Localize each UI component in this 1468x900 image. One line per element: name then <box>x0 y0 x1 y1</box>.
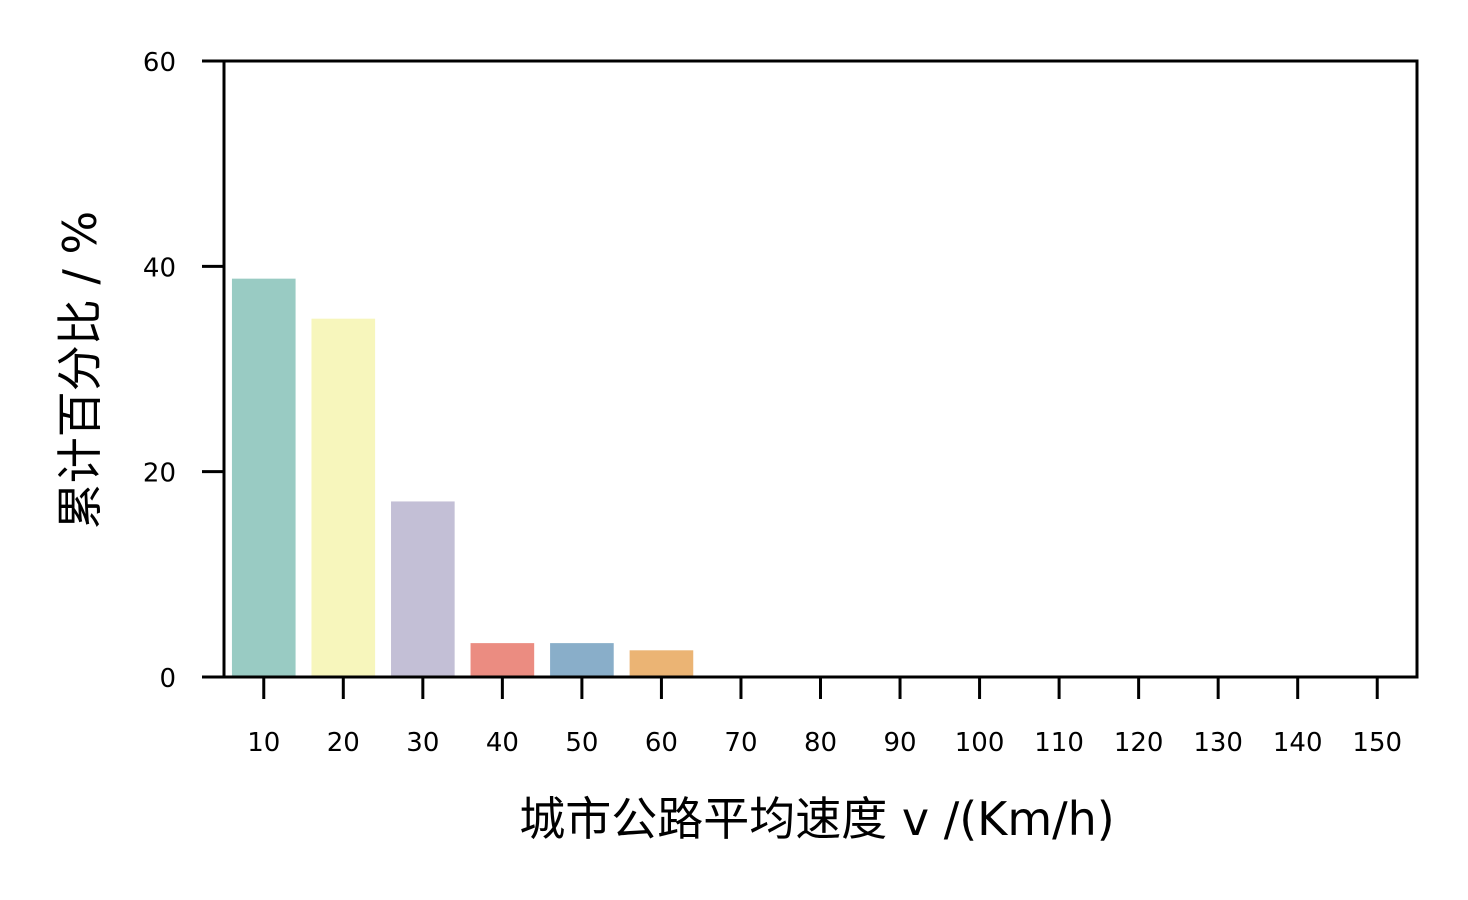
x-tick-label: 50 <box>565 728 598 758</box>
y-tick-label: 0 <box>159 664 176 694</box>
bar-50 <box>550 643 614 677</box>
x-tick-label: 10 <box>247 728 280 758</box>
bar-10 <box>231 278 296 677</box>
x-tick-label: 120 <box>1114 728 1164 758</box>
chart: 0 20 40 60 10 20 30 40 50 60 70 80 90 100 110 120 130 14… <box>0 0 1468 896</box>
bar-20 <box>311 318 376 677</box>
x-tick-label: 30 <box>406 728 439 758</box>
x-tick-label: 80 <box>804 728 837 758</box>
x-tick-label: 100 <box>955 728 1005 758</box>
x-tick-label: 90 <box>883 728 916 758</box>
bars-layer <box>231 278 694 677</box>
x-tick-label: 110 <box>1034 728 1084 758</box>
y-axis: 0 20 40 60 <box>143 48 224 694</box>
x-tick-label: 150 <box>1352 728 1402 758</box>
x-tick-label: 140 <box>1273 728 1323 758</box>
x-axis-label: 城市公路平均速度 v /(Km/h) <box>519 792 1114 846</box>
y-axis-label: 累计百分比 / % <box>53 211 107 529</box>
x-tick-label: 40 <box>486 728 519 758</box>
y-tick-label: 60 <box>143 48 176 78</box>
y-tick-label: 20 <box>143 459 176 489</box>
x-tick-label: 60 <box>645 728 678 758</box>
x-axis: 10 20 30 40 50 60 70 80 90 100 110 120 130 140 150 <box>247 677 1402 758</box>
x-tick-label: 20 <box>327 728 360 758</box>
y-tick-label: 40 <box>143 253 176 283</box>
bar-chart: 0 20 40 60 10 20 30 40 50 60 70 80 90 100 110 120 130 14… <box>53 48 1419 846</box>
x-tick-label: 130 <box>1193 728 1243 758</box>
bar-40 <box>470 643 535 677</box>
bar-60 <box>629 650 694 677</box>
bar-30 <box>391 501 455 677</box>
x-tick-label: 70 <box>724 728 757 758</box>
